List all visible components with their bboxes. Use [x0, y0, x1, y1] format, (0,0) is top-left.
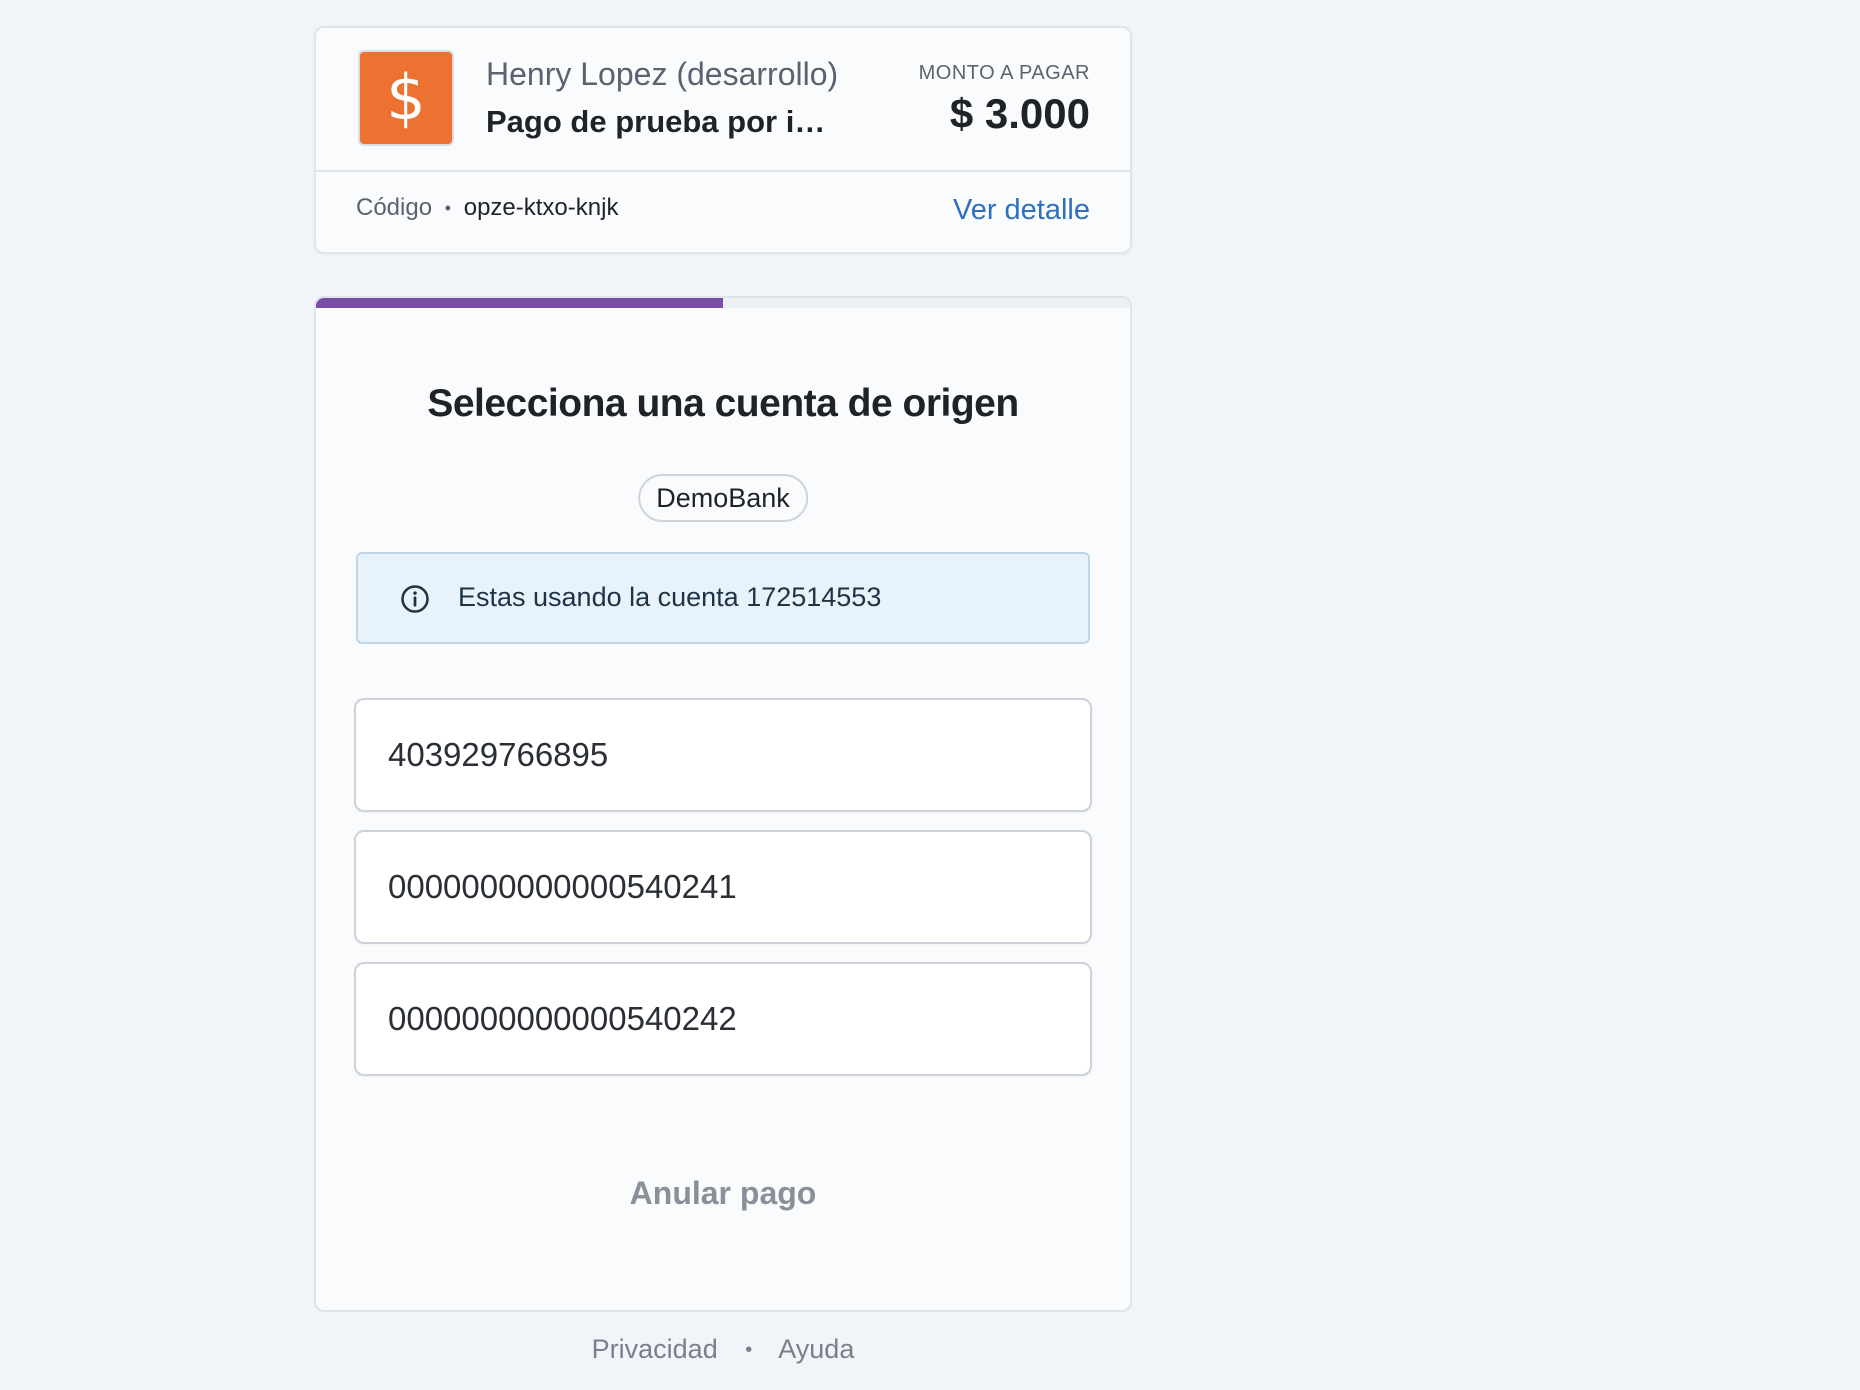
payment-subject: Pago de prueba por integración: [486, 104, 831, 139]
payment-column: $ Henry Lopez (desarrollo) Pago de prueb…: [314, 26, 1132, 1312]
merchant-logo-dollar-icon: $: [358, 50, 454, 146]
account-option[interactable]: 0000000000000540241: [354, 830, 1092, 944]
footer-separator: •: [745, 1339, 753, 1362]
footer: Privacidad • Ayuda: [314, 1334, 1132, 1365]
amount-value: $ 3.000: [949, 90, 1090, 137]
info-alert: Estas usando la cuenta 172514553: [356, 552, 1090, 644]
account-list: 403929766895 0000000000000540241 0000000…: [354, 698, 1092, 1094]
info-alert-text: Estas usando la cuenta 172514553: [458, 582, 882, 612]
payment-code-label: Código: [356, 194, 433, 221]
cancel-payment-button[interactable]: Anular pago: [316, 1174, 1130, 1213]
account-option[interactable]: 403929766895: [354, 698, 1092, 812]
help-link[interactable]: Ayuda: [778, 1334, 854, 1364]
info-circle-icon: [401, 585, 429, 613]
view-detail-link[interactable]: Ver detalle: [953, 194, 1090, 227]
account-option[interactable]: 0000000000000540242: [354, 962, 1092, 1076]
payment-code-row: Código • opze-ktxo-knjk: [356, 194, 618, 222]
privacy-link[interactable]: Privacidad: [592, 1334, 718, 1364]
account-selection-card: Selecciona una cuenta de origen DemoBank…: [314, 296, 1132, 1312]
payment-code-separator: •: [444, 198, 452, 219]
bank-badge: DemoBank: [638, 474, 808, 522]
amount-label: MONTO A PAGAR: [918, 62, 1090, 84]
merchant-name: Henry Lopez (desarrollo): [486, 56, 839, 92]
page-title: Selecciona una cuenta de origen: [427, 382, 1019, 425]
payment-code-value: opze-ktxo-knjk: [463, 194, 619, 221]
progress-bar-fill: [316, 298, 723, 308]
progress-bar: [316, 298, 1130, 308]
payment-summary-card: $ Henry Lopez (desarrollo) Pago de prueb…: [314, 26, 1132, 254]
payment-summary-header: $ Henry Lopez (desarrollo) Pago de prueb…: [316, 28, 1130, 172]
